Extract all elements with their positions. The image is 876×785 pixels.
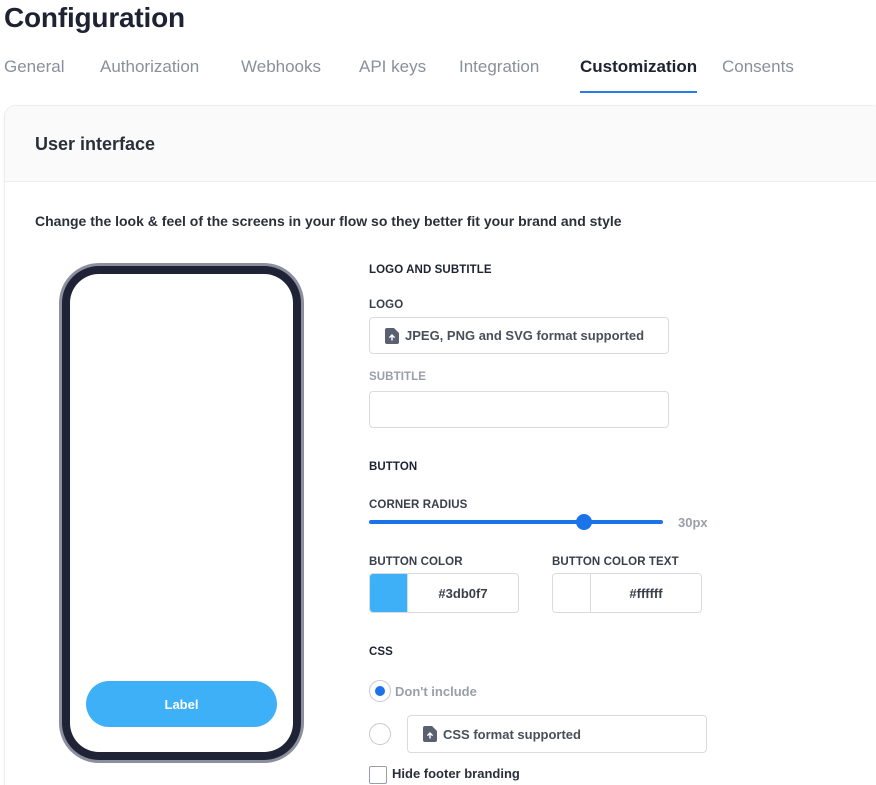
card-description: Change the look & feel of the screens in… (35, 213, 622, 229)
css-upload-text: CSS format supported (443, 726, 581, 742)
file-upload-icon (423, 726, 437, 742)
logo-upload[interactable]: JPEG, PNG and SVG format supported (369, 317, 669, 354)
slider-track (369, 520, 663, 524)
page-title: Configuration (4, 2, 185, 33)
hide-footer-branding-checkbox[interactable] (369, 766, 387, 784)
corner-radius-value: 30px (678, 515, 708, 530)
button-color-swatch[interactable] (370, 574, 408, 612)
phone-screen: Label (70, 274, 293, 752)
css-upload[interactable]: CSS format supported (407, 715, 707, 753)
button-color-text-label: BUTTON COLOR TEXT (552, 556, 679, 568)
corner-radius-label: CORNER RADIUS (369, 499, 468, 511)
tab-webhooks[interactable]: Webhooks (241, 56, 321, 93)
tab-customization[interactable]: Customization (580, 56, 698, 93)
css-radio-dont-include[interactable] (369, 680, 391, 702)
subtitle-label: SUBTITLE (369, 371, 427, 383)
button-color-text-swatch[interactable] (553, 574, 591, 612)
tab-authorization[interactable]: Authorization (100, 56, 199, 93)
tab-integration[interactable]: Integration (459, 56, 539, 93)
tab-api-keys[interactable]: API keys (359, 56, 426, 93)
button-section-label: BUTTON (369, 461, 418, 473)
logo-subtitle-section-label: LOGO AND SUBTITLE (369, 264, 492, 276)
tab-consents[interactable]: Consents (722, 56, 794, 93)
button-color-value[interactable]: #3db0f7 (408, 574, 518, 612)
hide-footer-branding-label: Hide footer branding (392, 766, 520, 781)
button-color-text-input[interactable]: #ffffff (552, 573, 702, 613)
card-title: User interface (35, 134, 156, 154)
css-dont-include-label: Don't include (395, 684, 477, 699)
preview-button: Label (86, 681, 277, 727)
tab-general[interactable]: General (4, 56, 64, 93)
subtitle-input[interactable] (369, 391, 669, 428)
css-section-label: CSS (369, 646, 393, 658)
logo-label: LOGO (369, 299, 404, 311)
card-header: User interface (5, 106, 876, 182)
button-color-label: BUTTON COLOR (369, 556, 463, 568)
button-color-text-value[interactable]: #ffffff (591, 574, 701, 612)
logo-upload-text: JPEG, PNG and SVG format supported (405, 328, 645, 343)
corner-radius-slider[interactable] (369, 512, 663, 532)
phone-preview: Label (59, 263, 304, 763)
css-radio-upload[interactable] (369, 723, 391, 745)
button-color-input[interactable]: #3db0f7 (369, 573, 519, 613)
file-upload-icon (385, 327, 399, 344)
tab-bar: General Authorization Webhooks API keys … (0, 56, 876, 94)
phone-bezel: Label (62, 266, 301, 760)
slider-thumb[interactable] (575, 514, 592, 530)
